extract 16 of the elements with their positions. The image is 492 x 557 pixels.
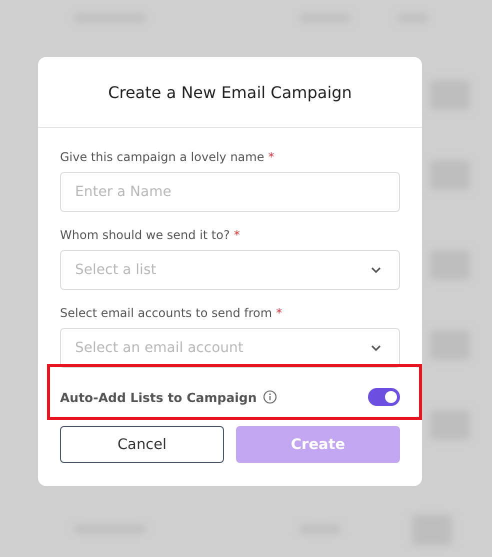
required-mark: * [276, 306, 282, 320]
dialog-title: Create a New Email Campaign [108, 82, 352, 102]
toggle-label: Auto-Add Lists to Campaign [60, 390, 257, 404]
field-label: Select email accounts to send from [60, 306, 272, 320]
info-icon[interactable] [262, 390, 277, 404]
required-mark: * [234, 228, 240, 242]
required-mark: * [268, 150, 274, 164]
field-label: Whom should we send it to? [60, 228, 230, 242]
cancel-button[interactable]: Cancel [60, 426, 224, 463]
field-label: Give this campaign a lovely name [60, 150, 264, 164]
toggle-switch[interactable] [368, 388, 400, 406]
select-field[interactable]: Select a list [60, 250, 400, 290]
select-field[interactable]: Select an email account [60, 328, 400, 368]
chevron-down-icon [370, 266, 382, 274]
input-field[interactable]: Enter a Name [60, 172, 400, 212]
chevron-down-icon [370, 344, 382, 352]
